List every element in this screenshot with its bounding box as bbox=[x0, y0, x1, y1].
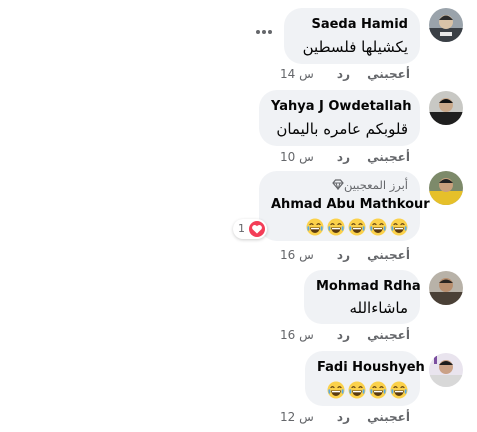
comment-time[interactable]: 16 س bbox=[280, 328, 314, 342]
like-button[interactable]: أعجبني bbox=[367, 67, 410, 81]
comment-author[interactable]: Saeda Hamid bbox=[296, 16, 408, 33]
laughing-face-emoji-icon bbox=[348, 218, 366, 235]
comment-actions: أعجبني رد 16 س bbox=[280, 328, 410, 346]
comment-time[interactable]: 14 س bbox=[280, 67, 314, 81]
profile-photo-icon bbox=[429, 171, 463, 205]
comment-time[interactable]: 16 س bbox=[280, 248, 314, 262]
comment-actions: أعجبني رد 10 س bbox=[280, 150, 410, 168]
like-button[interactable]: أعجبني bbox=[367, 150, 410, 164]
comment-bubble: أبرز المعجبين Ahmad Abu Mathkour bbox=[259, 171, 430, 241]
reply-button[interactable]: رد bbox=[337, 150, 350, 164]
reaction-count: 1 bbox=[238, 222, 245, 235]
comment-text: قلوبكم عامره باليمان bbox=[276, 120, 408, 138]
comment-bubble: Fadi Houshyeh bbox=[305, 351, 425, 406]
comment-actions: أعجبني رد 12 س bbox=[280, 410, 410, 428]
profile-photo-icon bbox=[429, 91, 463, 125]
like-button[interactable]: أعجبني bbox=[367, 410, 410, 424]
like-button[interactable]: أعجبني bbox=[367, 248, 410, 262]
reaction-summary[interactable]: 1 bbox=[233, 219, 267, 239]
heart-reaction-icon bbox=[249, 221, 265, 237]
comment-author[interactable]: Mohmad Rdha bbox=[316, 278, 421, 295]
more-options-icon[interactable] bbox=[255, 27, 273, 37]
top-fan-badge: أبرز المعجبين bbox=[271, 178, 408, 193]
laughing-face-emoji-icon bbox=[327, 218, 345, 235]
reply-button[interactable]: رد bbox=[337, 248, 350, 262]
comment-author[interactable]: Fadi Houshyeh bbox=[317, 359, 425, 376]
avatar[interactable] bbox=[429, 171, 463, 205]
reply-button[interactable]: رد bbox=[337, 410, 350, 424]
top-fan-label: أبرز المعجبين bbox=[344, 178, 408, 192]
laughing-face-emoji-icon bbox=[348, 381, 366, 398]
comment-text: يكشيلها فلسطين bbox=[302, 38, 408, 56]
comment-bubble: Saeda Hamid يكشيلها فلسطين bbox=[284, 8, 420, 64]
comment-bubble: Yahya J Owdetallah قلوبكم عامره باليمان bbox=[259, 90, 420, 146]
laughing-face-emoji-icon bbox=[390, 218, 408, 235]
comment-bubble: Mohmad Rdha ماشاءالله bbox=[304, 270, 421, 324]
comment-author[interactable]: Yahya J Owdetallah bbox=[271, 98, 412, 115]
comment-emojis bbox=[271, 216, 408, 236]
profile-photo-icon bbox=[429, 353, 463, 387]
comment-emojis bbox=[317, 379, 408, 399]
comment-author[interactable]: Ahmad Abu Mathkour bbox=[271, 196, 430, 213]
laughing-face-emoji-icon bbox=[306, 218, 324, 235]
laughing-face-emoji-icon bbox=[369, 381, 387, 398]
avatar[interactable] bbox=[429, 353, 463, 387]
diamond-icon bbox=[332, 179, 344, 190]
avatar[interactable] bbox=[429, 271, 463, 305]
reply-button[interactable]: رد bbox=[337, 328, 350, 342]
comment-actions: أعجبني رد 16 س bbox=[280, 248, 410, 266]
profile-photo-icon bbox=[429, 271, 463, 305]
laughing-face-emoji-icon bbox=[369, 218, 387, 235]
comment-actions: أعجبني رد 14 س bbox=[280, 67, 410, 85]
like-button[interactable]: أعجبني bbox=[367, 328, 410, 342]
avatar[interactable] bbox=[429, 91, 463, 125]
profile-photo-icon bbox=[429, 8, 463, 42]
laughing-face-emoji-icon bbox=[327, 381, 345, 398]
laughing-face-emoji-icon bbox=[390, 381, 408, 398]
comment-text: ماشاءالله bbox=[349, 299, 408, 317]
comment-time[interactable]: 10 س bbox=[280, 150, 314, 164]
comment-time[interactable]: 12 س bbox=[280, 410, 314, 424]
reply-button[interactable]: رد bbox=[337, 67, 350, 81]
avatar[interactable] bbox=[429, 8, 463, 42]
